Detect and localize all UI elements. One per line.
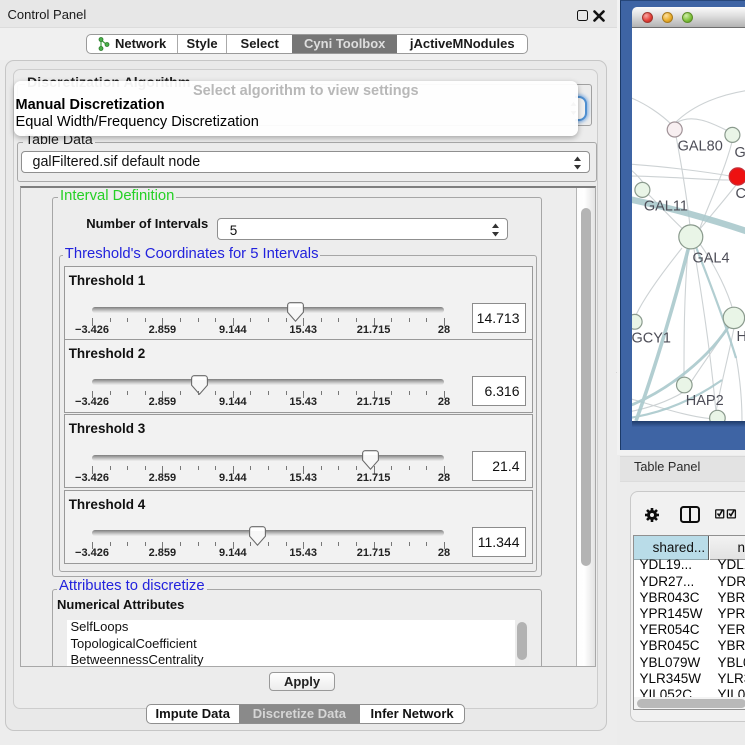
svg-text:C: C xyxy=(736,186,745,202)
svg-text:H: H xyxy=(737,329,745,345)
svg-text:GAL4: GAL4 xyxy=(692,250,729,266)
svg-text:GCY1: GCY1 xyxy=(632,330,671,346)
svg-text:GAL11: GAL11 xyxy=(644,198,688,214)
svg-text:HAP2: HAP2 xyxy=(686,393,724,409)
svg-text:GAL80: GAL80 xyxy=(678,138,723,154)
svg-text:GAL: GAL xyxy=(735,144,745,160)
